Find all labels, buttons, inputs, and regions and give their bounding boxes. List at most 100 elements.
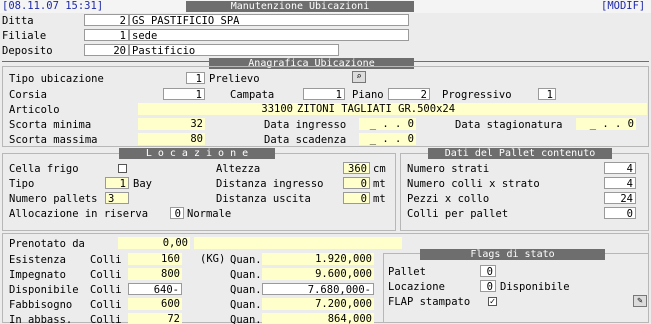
screen: [08.11.07 15:31] Manutenzione Ubicazioni… — [0, 0, 651, 324]
prenotato-label: Prenotato da — [9, 238, 85, 250]
quan-label: Quan. — [230, 284, 262, 296]
campata-field[interactable]: 1 — [303, 88, 345, 101]
data-ingresso-label: Data ingresso — [264, 119, 347, 131]
quantita-field[interactable]: 7.200,000 — [262, 298, 374, 310]
giacenza-row-label: Esistenza — [9, 254, 66, 266]
flap-label: FLAP stampato — [388, 296, 471, 308]
distanza-ingresso-field[interactable]: 0 — [343, 177, 370, 190]
colli-field[interactable]: 800 — [128, 268, 182, 280]
allocazione-field[interactable]: 0 — [170, 207, 184, 220]
data-ingresso-field[interactable]: _ . . 0 — [359, 118, 416, 130]
tipo-desc: Bay — [133, 178, 152, 190]
articolo-desc-field[interactable]: ZITONI TAGLIATI GR.500x24 — [295, 103, 647, 115]
colli-field[interactable]: 600 — [128, 298, 182, 310]
scorta-minima-field[interactable]: 32 — [138, 118, 205, 130]
data-stagionatura-label: Data stagionatura — [455, 119, 563, 131]
quantita-field[interactable]: 864,000 — [262, 313, 374, 324]
deposito-code-field[interactable]: 20 — [84, 44, 129, 57]
altezza-unit: cm — [373, 163, 386, 175]
corsia-label: Corsia — [9, 89, 47, 101]
numero-pallets-field[interactable]: 3 — [105, 192, 129, 205]
mode-indicator: [MODIF] — [601, 0, 646, 12]
ditta-name-field[interactable]: GS PASTIFICIO SPA — [129, 14, 409, 27]
deposito-label: Deposito — [2, 45, 53, 57]
quan-label: Quan. — [230, 254, 262, 266]
locazione-title: L o c a z i o n e — [119, 148, 275, 159]
quan-label: Quan. — [230, 314, 262, 324]
prenotato-desc-field[interactable] — [194, 237, 402, 249]
giacenza-row-label: Fabbisogno — [9, 299, 73, 311]
prenotato-field[interactable]: 0,00 — [118, 237, 190, 249]
scorta-massima-label: Scorta massima — [9, 134, 98, 146]
scorta-minima-label: Scorta minima — [9, 119, 92, 131]
colli-field[interactable]: 640- — [128, 283, 182, 296]
kg-unit: (KG) — [200, 253, 226, 265]
pallet-flag-field[interactable]: 0 — [480, 265, 496, 278]
piano-field[interactable]: 2 — [388, 88, 430, 101]
quantita-field[interactable]: 7.680,000- — [262, 283, 374, 296]
flap-checkbox[interactable]: ✓ — [488, 297, 497, 307]
deposito-name-field[interactable]: Pastificio — [129, 44, 339, 57]
pallet-flag-label: Pallet — [388, 266, 426, 278]
tipo-ubicazione-label: Tipo ubicazione — [9, 73, 104, 85]
piano-label: Piano — [352, 89, 384, 101]
articolo-code-field[interactable]: 33100 — [138, 103, 295, 115]
lookup-icon[interactable]: ⌕ — [352, 71, 366, 83]
filiale-name-field[interactable]: sede — [129, 29, 409, 42]
numero-pallets-label: Numero pallets — [9, 193, 98, 205]
pallet-title: Dati del Pallet contenuto — [428, 148, 612, 159]
data-scadenza-field[interactable]: _ . . 0 — [359, 133, 416, 145]
giacenza-row-label: In abbass. — [9, 314, 73, 324]
filiale-code-field[interactable]: 1 — [84, 29, 129, 42]
tipo-ubicazione-desc: Prelievo — [209, 73, 260, 85]
distanza-ingresso-label: Distanza ingresso — [216, 178, 324, 190]
numero-strati-label: Numero strati — [407, 163, 490, 175]
articolo-label: Articolo — [9, 104, 60, 116]
quantita-field[interactable]: 1.920,000 — [262, 253, 374, 265]
ditta-code-field[interactable]: 2 — [84, 14, 129, 27]
filiale-label: Filiale — [2, 30, 47, 42]
tipo-ubicazione-field[interactable]: 1 — [186, 72, 205, 85]
cella-frigo-label: Cella frigo — [9, 163, 79, 175]
ditta-label: Ditta — [2, 15, 34, 27]
quan-label: Quan. — [230, 299, 262, 311]
numero-strati-field[interactable]: 4 — [604, 162, 636, 175]
colli-label: Colli — [90, 314, 122, 324]
scorta-massima-field[interactable]: 80 — [138, 133, 205, 145]
tipo-label: Tipo — [9, 178, 35, 190]
altezza-field[interactable]: 360 — [343, 162, 370, 175]
quan-label: Quan. — [230, 269, 262, 281]
corsia-field[interactable]: 1 — [163, 88, 205, 101]
colli-label: Colli — [90, 254, 122, 266]
giacenza-row-label: Impegnato — [9, 269, 66, 281]
data-scadenza-label: Data scadenza — [264, 134, 347, 146]
colli-field[interactable]: 160 — [128, 253, 182, 265]
cella-frigo-checkbox[interactable] — [118, 164, 127, 173]
progressivo-label: Progressivo — [442, 89, 512, 101]
colli-label: Colli — [90, 284, 122, 296]
colli-field[interactable]: 72 — [128, 313, 182, 324]
colli-pallet-field[interactable]: 0 — [604, 207, 636, 220]
quantita-field[interactable]: 9.600,000 — [262, 268, 374, 280]
pezzi-collo-field[interactable]: 24 — [604, 192, 636, 205]
pezzi-collo-label: Pezzi x collo — [407, 193, 490, 205]
colli-strato-field[interactable]: 4 — [604, 177, 636, 190]
campata-label: Campata — [230, 89, 275, 101]
edit-icon[interactable]: ✎ — [633, 295, 647, 307]
tipo-field[interactable]: 1 — [105, 177, 129, 190]
colli-pallet-label: Colli per pallet — [407, 208, 509, 220]
data-stagionatura-field[interactable]: _ . . 0 — [576, 118, 636, 130]
progressivo-field[interactable]: 1 — [538, 88, 556, 101]
distanza-uscita-label: Distanza uscita — [216, 193, 311, 205]
flags-title: Flags di stato — [420, 249, 605, 260]
date-time: [08.11.07 15:31] — [2, 0, 104, 12]
locazione-flag-field[interactable]: 0 — [480, 280, 496, 293]
colli-strato-label: Numero colli x strato — [407, 178, 540, 190]
allocazione-desc: Normale — [187, 208, 232, 220]
distanza-uscita-unit: mt — [373, 193, 386, 205]
giacenza-row-label: Disponibile — [9, 284, 79, 296]
distanza-ingresso-unit: mt — [373, 178, 386, 190]
altezza-label: Altezza — [216, 163, 261, 175]
distanza-uscita-field[interactable]: 0 — [343, 192, 370, 205]
locazione-flag-label: Locazione — [388, 281, 445, 293]
